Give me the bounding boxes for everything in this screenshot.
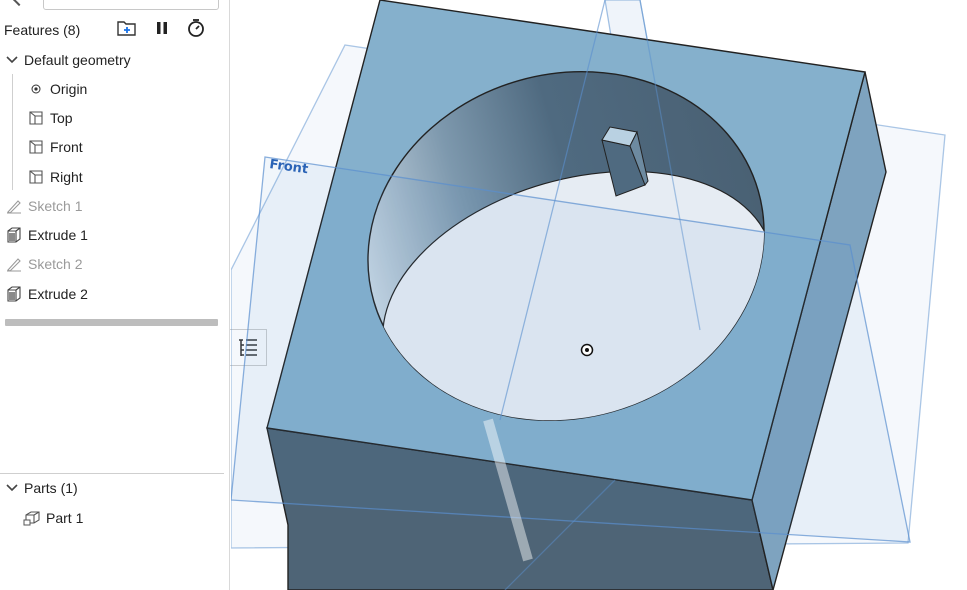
extrude-icon	[0, 286, 28, 302]
tree-item-label: Front	[50, 139, 83, 155]
timer-icon[interactable]	[185, 18, 207, 38]
tree-item-sketch-2[interactable]: Sketch 2	[0, 251, 226, 277]
tree-group-parts[interactable]: Parts (1)	[0, 475, 226, 501]
parts-title: Parts (1)	[24, 480, 78, 496]
tree-item-origin[interactable]: Origin	[0, 76, 226, 102]
sketch-icon	[0, 256, 28, 272]
add-folder-icon[interactable]	[116, 18, 138, 38]
tree-item-label: Sketch 1	[28, 198, 83, 214]
tree-item-label: Right	[50, 169, 83, 185]
tree-item-label: Origin	[50, 81, 88, 97]
tree-item-extrude-2[interactable]: Extrude 2	[0, 281, 226, 307]
3d-viewport[interactable]: Front	[231, 0, 967, 590]
origin-icon	[0, 84, 50, 94]
tree-item-front[interactable]: Front	[0, 134, 226, 160]
origin-marker-icon[interactable]	[580, 343, 594, 357]
chevron-down-icon[interactable]	[0, 56, 24, 64]
plane-icon	[0, 111, 50, 125]
plane-icon	[0, 170, 50, 184]
tree-item-label: Extrude 2	[28, 286, 88, 302]
extrude-icon	[0, 227, 28, 243]
sketch-icon	[0, 198, 28, 214]
tree-item-label: Part 1	[46, 510, 84, 526]
tree-item-label: Top	[50, 110, 73, 126]
tree-item-right[interactable]: Right	[0, 164, 226, 190]
tree-item-extrude-1[interactable]: Extrude 1	[0, 222, 226, 248]
parts-divider	[0, 473, 224, 474]
back-arrow-icon[interactable]	[11, 0, 27, 7]
pause-icon[interactable]	[151, 18, 173, 38]
plane-icon	[0, 140, 50, 154]
tree-item-label: Extrude 1	[28, 227, 88, 243]
search-input[interactable]	[43, 0, 219, 10]
tree-group-label: Default geometry	[24, 52, 131, 68]
features-title: Features (8)	[4, 22, 81, 38]
feature-panel: Features (8) Default geometry Origin Top…	[0, 0, 230, 590]
horizontal-scrollbar[interactable]	[5, 319, 218, 326]
tree-item-label: Sketch 2	[28, 256, 83, 272]
part-icon	[0, 510, 46, 526]
tree-item-part-1[interactable]: Part 1	[0, 505, 226, 531]
tree-item-sketch-1[interactable]: Sketch 1	[0, 193, 226, 219]
chevron-down-icon[interactable]	[0, 484, 24, 492]
tree-group-default-geometry[interactable]: Default geometry	[0, 47, 226, 73]
tree-item-top[interactable]: Top	[0, 105, 226, 131]
